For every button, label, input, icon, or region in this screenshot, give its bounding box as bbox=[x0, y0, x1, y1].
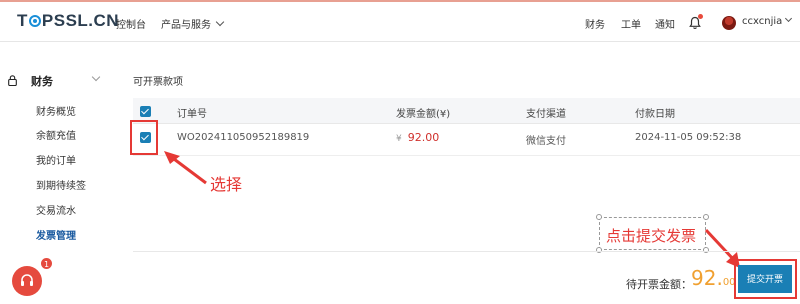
checkbox-highlight-box bbox=[130, 120, 158, 155]
col-amount: 发票金额(¥) bbox=[396, 109, 451, 120]
col-channel: 支付渠道 bbox=[526, 109, 566, 120]
sidebar-group-label: 财务 bbox=[31, 75, 53, 88]
headset-icon bbox=[21, 274, 33, 286]
pending-int: 92. bbox=[691, 266, 723, 290]
lock-icon bbox=[8, 75, 17, 86]
pending-amount-value: 92.00 bbox=[691, 266, 736, 290]
amount-value: 92.00 bbox=[407, 131, 440, 144]
top-navbar: T PSSL.CN 控制台 产品与服务 财务 工单 通知 ccxcnjia bbox=[0, 0, 800, 42]
nav-notifications[interactable]: 通知 bbox=[655, 16, 675, 31]
cell-amount: ¥92.00 bbox=[396, 131, 439, 144]
currency-symbol: ¥ bbox=[396, 134, 402, 144]
chevron-down-icon bbox=[215, 17, 225, 27]
avatar[interactable] bbox=[722, 16, 736, 30]
annotation-click-submit: 点击提交发票 bbox=[606, 227, 697, 245]
notification-dot bbox=[698, 14, 703, 19]
sidebar-item-recharge[interactable]: 余额充值 bbox=[36, 127, 76, 142]
cell-channel: 微信支付 bbox=[526, 136, 566, 147]
col-date: 付款日期 bbox=[635, 109, 675, 120]
user-menu[interactable]: ccxcnjia bbox=[742, 14, 793, 27]
sidebar-item-overview[interactable]: 财务概览 bbox=[36, 103, 76, 118]
support-badge: 1 bbox=[40, 257, 53, 270]
nav-finance[interactable]: 财务 bbox=[585, 16, 605, 31]
nav-products[interactable]: 产品与服务 bbox=[161, 16, 225, 31]
sidebar-item-transactions[interactable]: 交易流水 bbox=[36, 202, 76, 217]
table-header bbox=[133, 98, 800, 124]
nav-tickets[interactable]: 工单 bbox=[621, 16, 641, 31]
support-button[interactable] bbox=[12, 266, 42, 296]
divider bbox=[133, 251, 800, 252]
nav-products-label: 产品与服务 bbox=[161, 20, 211, 31]
username: ccxcnjia bbox=[742, 16, 783, 27]
logo[interactable]: T PSSL.CN bbox=[17, 11, 119, 31]
cell-date: 2024-11-05 09:52:38 bbox=[635, 132, 742, 143]
pending-amount-label: 待开票金额： bbox=[626, 278, 692, 291]
submit-invoice-button[interactable]: 提交开票 bbox=[738, 265, 792, 293]
arrow-icon bbox=[164, 151, 207, 185]
chevron-down-icon bbox=[785, 14, 793, 23]
cell-order: WO20241105095218981​9 bbox=[177, 132, 310, 143]
nav-console[interactable]: 控制台 bbox=[116, 16, 146, 31]
sidebar-group-finance[interactable]: 财务 bbox=[8, 73, 53, 89]
resize-handle bbox=[596, 247, 602, 253]
chevron-down-icon[interactable] bbox=[91, 72, 101, 82]
section-title: 可开票款项 bbox=[133, 77, 183, 88]
resize-handle bbox=[703, 214, 709, 220]
sidebar-item-orders[interactable]: 我的订单 bbox=[36, 152, 76, 167]
sidebar-item-renewals[interactable]: 到期待续签 bbox=[36, 177, 86, 192]
select-all-checkbox[interactable] bbox=[140, 106, 151, 117]
resize-handle bbox=[596, 214, 602, 220]
sidebar-item-invoices[interactable]: 发票管理 bbox=[36, 227, 76, 242]
logo-o-icon bbox=[28, 15, 41, 27]
annotation-select: 选择 bbox=[210, 175, 243, 194]
sidebar: 财务 财务概览 余额充值 我的订单 到期待续签 交易流水 发票管理 bbox=[0, 43, 115, 304]
col-order: 订单号 bbox=[177, 109, 207, 120]
